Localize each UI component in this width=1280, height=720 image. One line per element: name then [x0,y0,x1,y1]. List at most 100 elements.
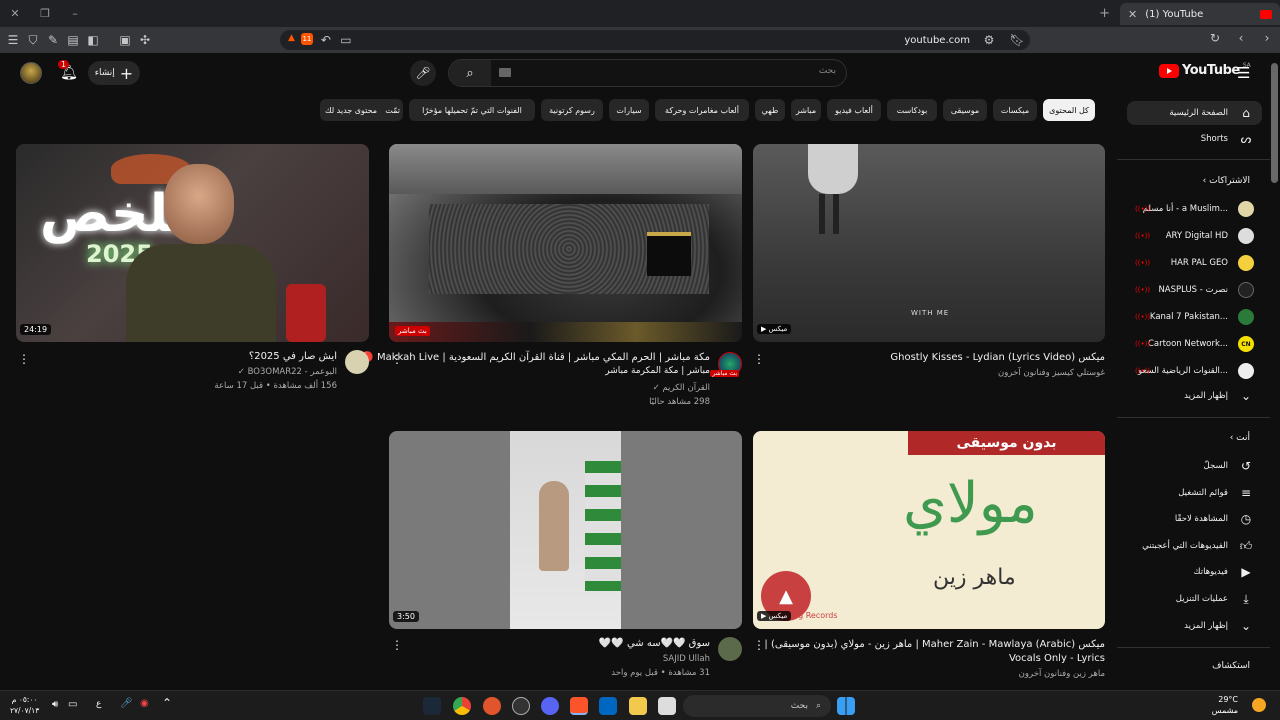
video-thumbnail[interactable]: بدون موسيقى مولاي ماهر زين ▲ ming Record… [753,431,1105,629]
channel-avatar[interactable] [718,637,742,661]
guide-menu-icon[interactable]: ☰ [1237,64,1250,82]
video-title[interactable]: سوق 🤍🤍سه شي 🤍🤍 [599,638,710,649]
chip-cooking[interactable]: طهي [755,99,785,121]
microphone-icon[interactable]: 🎤︎ [120,698,133,709]
chip-video-games[interactable]: ألعاب فيديو [827,99,881,121]
chip-mixes[interactable]: ميكسات [993,99,1037,121]
menu-icon[interactable]: ☰ [6,33,20,47]
shield-icon[interactable]: ⛉ [26,33,40,47]
video-card[interactable]: WITH ME ▶︎ ميكس ميكس Ghostly Kisses - Ly… [753,144,1105,384]
game-app-icon[interactable] [483,697,501,715]
sidebar-item-subscription[interactable]: ((•)) NASPLUS - نصرت [1127,278,1262,302]
video-channel[interactable]: ماهر زين وفنانون آخرون [1019,669,1105,679]
file-explorer-icon[interactable] [629,697,647,715]
video-card[interactable]: بدون موسيقى مولاي ماهر زين ▲ ming Record… [753,431,1105,681]
reload-icon[interactable]: ↻ [1208,31,1222,45]
network-icon[interactable]: ▭ [68,699,77,710]
back-icon[interactable]: ‹ [1234,31,1248,45]
video-title[interactable]: ايش صار في 2025؟ [249,351,337,362]
url-text[interactable]: youtube.com [904,35,970,46]
sidebar-icon[interactable]: ◧ [86,33,100,47]
channel-avatar[interactable] [345,350,369,374]
bookmark-icon[interactable]: 🔖︎ [1009,33,1024,47]
new-tab-button[interactable]: + [1099,6,1110,21]
video-card[interactable]: ملخص 2025 24:19 ايش صار في 2025؟ البوعمر… [16,144,369,399]
video-thumbnail[interactable]: 3:50 [389,431,742,629]
tabs-icon[interactable]: ▤ [66,33,80,47]
brave-rewards-icon[interactable]: ▲ [288,33,295,47]
video-channel[interactable]: غوستلي كيسيز وفنانون آخرون [998,368,1105,378]
video-title-line2[interactable]: Vocals Only - Lyrics [1009,653,1105,664]
extensions-icon[interactable]: ✎ [46,33,60,47]
video-card[interactable]: بث مباشر مكة مباشر | الحرم المكي مباشر |… [361,144,742,414]
more-actions-icon[interactable]: ⋮ [753,352,765,366]
close-window-icon[interactable]: ✕ [0,0,30,27]
store-icon[interactable] [599,697,617,715]
chip-podcasts[interactable]: بودكاست [887,99,937,121]
taskbar-clock[interactable]: ٠٥:٠٠ م ٢٧/٠٧/١٣ [10,694,39,716]
brave-shields-icon[interactable]: 11 [300,33,313,45]
windows-start-icon[interactable] [837,697,855,715]
more-actions-icon[interactable]: ⋮ [753,638,765,652]
sidebar-item-subscription[interactable]: ((•)) أنا مسلم - a Muslim... [1127,197,1262,221]
language-indicator[interactable]: ع [96,699,101,709]
sidebar-item-subscription[interactable]: ((•)) Cartoon Network... CN [1127,332,1262,356]
search-input[interactable]: ⌕ بحث [448,59,847,87]
subscriptions-heading[interactable]: ‹ الاشتراكات [1203,176,1250,186]
more-actions-icon[interactable]: ⋮ [391,352,403,366]
site-settings-icon[interactable]: ⚙ [982,33,996,47]
browser-tab[interactable]: ✕ (1) YouTube [1120,3,1280,25]
address-bar[interactable]: ▲ 11 ↶ ▭ youtube.com ⚙ [280,30,1030,50]
sidebar-item-watch-later[interactable]: المشاهدة لاحقًا ◷ [1127,507,1262,531]
sidebar-item-home[interactable]: الصفحة الرئيسية ⌂ [1127,101,1262,125]
taskbar-search[interactable]: بحث ⌕ [683,695,831,717]
video-title[interactable]: ميكس Maher Zain - Mawlaya (Arabic) | ماه… [764,639,1105,650]
chevron-up-icon[interactable]: ⌃ [162,696,172,710]
sidebar-item-liked[interactable]: الفيديوهات التي أعجبتني 👍︎ [1127,534,1262,558]
avatar[interactable] [20,62,42,84]
clock-app-icon[interactable] [512,697,530,715]
sidebar-item-your-videos[interactable]: فيديوهاتك ▶︎ [1127,560,1262,584]
more-actions-icon[interactable]: ⋮ [18,352,30,366]
screenshot-icon[interactable]: ▣ [118,33,132,47]
search-button[interactable]: ⌕ [449,60,491,86]
video-title[interactable]: ميكس Ghostly Kisses - Lydian (Lyrics Vid… [890,352,1105,363]
video-channel[interactable]: SAJID Ullah [663,654,710,664]
video-thumbnail[interactable]: بث مباشر [389,144,742,342]
sidebar-item-show-more[interactable]: إظهار المزيد ⌄ [1127,384,1262,408]
video-card[interactable]: 3:50 سوق 🤍🤍سه شي 🤍🤍 SAJID Ullah 31 مشاهد… [389,431,742,686]
share-icon[interactable]: ↶ [319,33,333,47]
video-channel[interactable]: البوعمر - BO3OMAR22 ✓ [238,367,337,377]
sidebar-item-downloads[interactable]: عمليات التنزيل ⤓ [1127,587,1262,611]
discord-icon[interactable] [541,697,559,715]
close-tab-icon[interactable]: ✕ [1128,8,1137,21]
puzzle-icon[interactable]: ✣ [138,33,152,47]
chip-new-for-you[interactable]: محتوى جديد لك [320,99,382,121]
chip-cartoons[interactable]: رسوم كرتونية [541,99,603,121]
chip-music[interactable]: موسيقى [943,99,987,121]
chip-all[interactable]: كل المحتوى [1043,99,1095,121]
weather-widget[interactable]: 29°C مشمس [1212,694,1238,716]
video-title[interactable]: مكة مباشر | الحرم المكي مباشر | قناة الق… [361,352,710,363]
video-thumbnail[interactable]: ملخص 2025 24:19 [16,144,369,342]
sidebar-item-subscription[interactable]: ((•)) ARY Digital HD [1127,224,1262,248]
chrome-icon[interactable] [453,697,471,715]
sidebar-item-subscription[interactable]: ((•)) القنوات الرياضية السعو... [1127,359,1262,383]
restore-window-icon[interactable]: ❐ [30,0,60,27]
brave-icon[interactable] [570,697,588,715]
sidebar-item-show-more[interactable]: إظهار المزيد ⌄ [1127,614,1262,638]
headset-icon[interactable]: ◉ [140,698,149,709]
reader-icon[interactable]: ▭ [339,33,353,47]
notifications-icon[interactable]: 🔔︎ 1 [58,60,80,84]
volume-icon[interactable]: 🔊︎ [52,699,58,710]
steam-icon[interactable] [423,697,441,715]
sidebar-item-subscription[interactable]: ((•)) HAR PAL GEO [1127,251,1262,275]
window-app-icon[interactable] [658,697,676,715]
sidebar-item-shorts[interactable]: Shorts ᔕ [1127,127,1262,151]
minimize-window-icon[interactable]: – [60,0,90,27]
create-button[interactable]: إنشاء + [88,61,140,85]
chip-action-adventure[interactable]: ألعاب مغامرات وحركة [655,99,749,121]
chip-recently-uploaded[interactable]: الفنوات التي تمّ تحميلها مؤخرًا [409,99,535,121]
chip-cars[interactable]: سيارات [609,99,649,121]
keyboard-icon[interactable] [499,68,511,77]
